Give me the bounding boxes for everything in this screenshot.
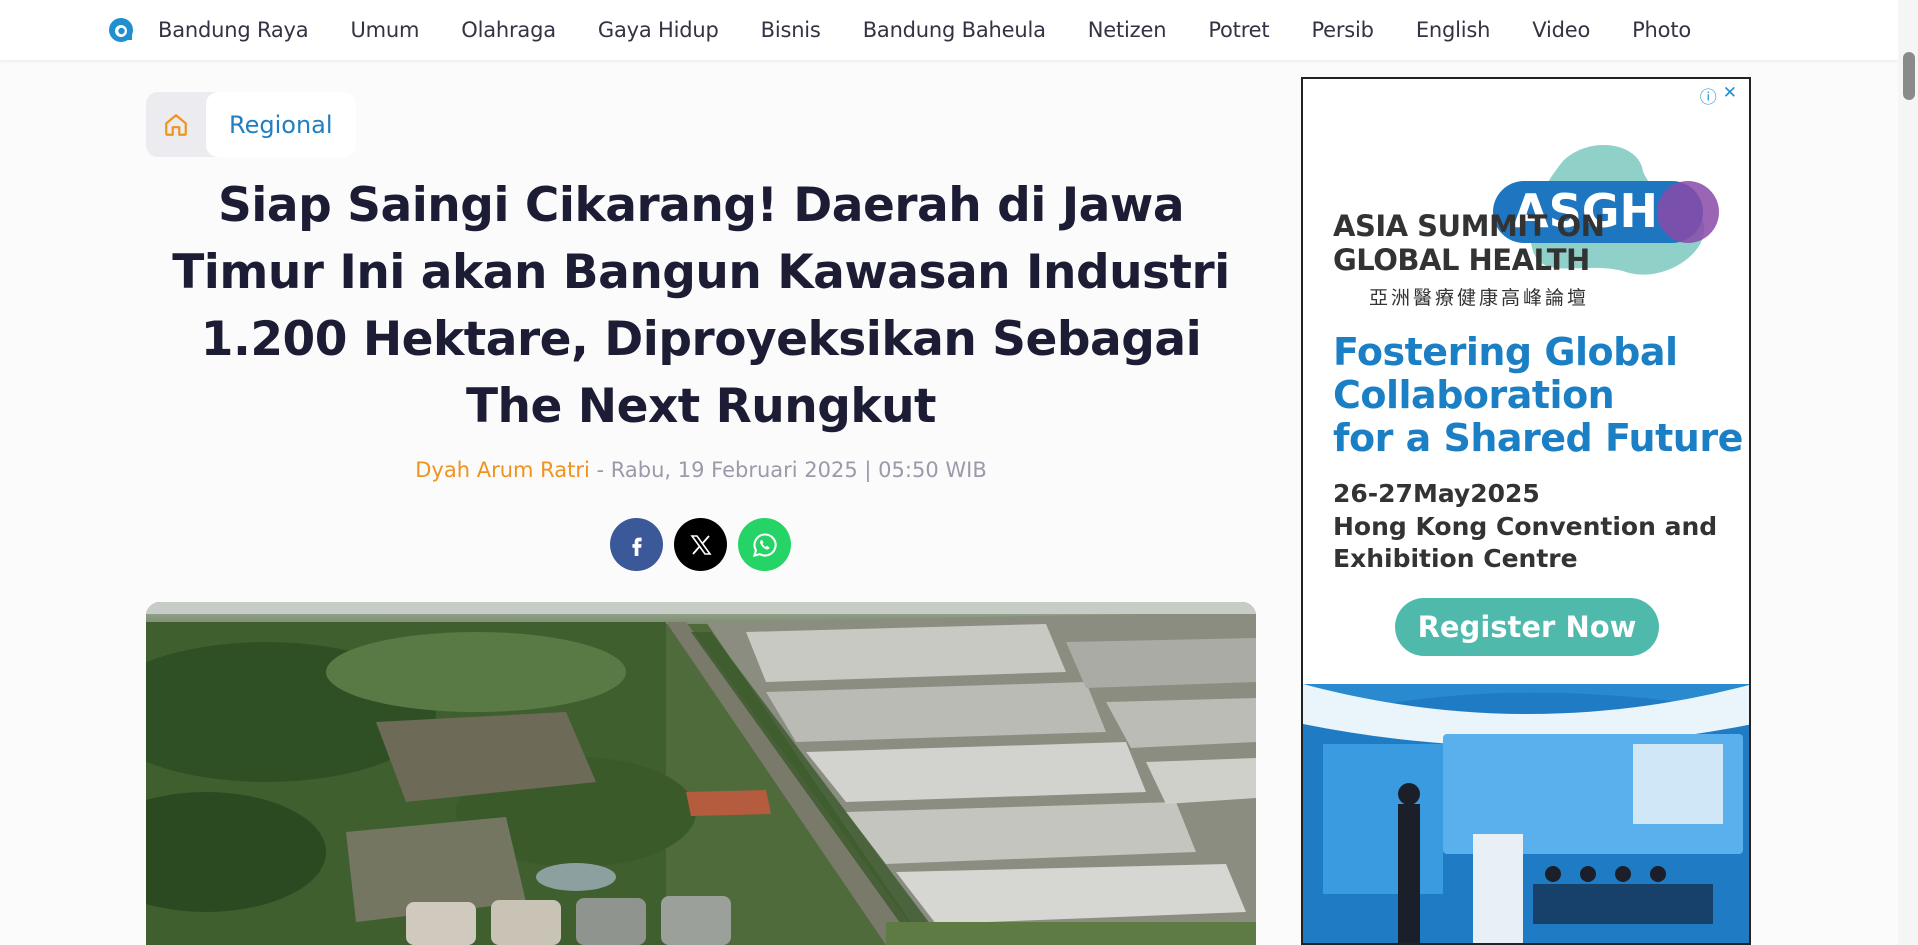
share-whatsapp-button[interactable] xyxy=(738,518,791,571)
article-hero-image xyxy=(146,602,1256,945)
ad-controls: ⓘ ✕ xyxy=(1700,83,1737,108)
home-icon xyxy=(165,113,187,136)
ad-event-photo xyxy=(1303,684,1749,943)
nav-item-umum[interactable]: Umum xyxy=(350,18,419,42)
breadcrumb: Regional xyxy=(146,92,356,157)
scrollbar-thumb[interactable] xyxy=(1903,52,1915,100)
ad-close-icon[interactable]: ✕ xyxy=(1723,83,1737,108)
nav-item-potret[interactable]: Potret xyxy=(1208,18,1269,42)
article-meta: Dyah Arum Ratri - Rabu, 19 Februari 2025… xyxy=(146,458,1256,482)
site-logo-icon[interactable] xyxy=(108,17,136,43)
breadcrumb-category-link[interactable]: Regional xyxy=(206,92,356,157)
sidebar-advertisement[interactable]: ⓘ ✕ ASGH ASIA SUMMIT ON GLOBAL HEALTH 亞洲… xyxy=(1301,77,1751,945)
nav-item-photo[interactable]: Photo xyxy=(1632,18,1691,42)
share-facebook-button[interactable] xyxy=(610,518,663,571)
top-navigation: Bandung Raya Umum Olahraga Gaya Hidup Bi… xyxy=(0,0,1898,60)
ad-venue-line-2: Exhibition Centre xyxy=(1333,544,1578,573)
ad-dates: 26-27May2025 xyxy=(1333,479,1540,508)
ad-title-line-2: GLOBAL HEALTH xyxy=(1333,243,1590,277)
whatsapp-icon xyxy=(752,532,777,557)
nav-item-bisnis[interactable]: Bisnis xyxy=(761,18,821,42)
ad-event-title: ASIA SUMMIT ON GLOBAL HEALTH xyxy=(1333,209,1605,277)
nav-item-video[interactable]: Video xyxy=(1532,18,1590,42)
nav-item-bandung-raya[interactable]: Bandung Raya xyxy=(158,18,309,42)
article-title: Siap Saingi Cikarang! Daerah di Jawa Tim… xyxy=(172,178,1230,434)
nav-item-gaya-hidup[interactable]: Gaya Hidup xyxy=(598,18,719,42)
nav-links: Bandung Raya Umum Olahraga Gaya Hidup Bi… xyxy=(158,0,1733,60)
x-icon xyxy=(689,534,712,555)
ad-title-line-1: ASIA SUMMIT ON xyxy=(1333,209,1605,243)
ad-title-chinese: 亞洲醫療健康高峰論壇 xyxy=(1369,287,1590,309)
share-x-button[interactable] xyxy=(674,518,727,571)
nav-item-netizen[interactable]: Netizen xyxy=(1088,18,1167,42)
ad-register-button[interactable]: Register Now xyxy=(1395,598,1659,656)
ad-info-icon[interactable]: ⓘ xyxy=(1700,83,1717,108)
article-author[interactable]: Dyah Arum Ratri xyxy=(415,458,590,482)
nav-item-bandung-baheula[interactable]: Bandung Baheula xyxy=(863,18,1046,42)
meta-separator: - xyxy=(589,458,611,482)
share-buttons xyxy=(610,518,802,571)
page-scrollbar[interactable] xyxy=(1898,0,1918,945)
ad-venue: Hong Kong Convention and Exhibition Cent… xyxy=(1333,511,1717,575)
breadcrumb-home[interactable] xyxy=(146,92,206,157)
nav-item-english[interactable]: English xyxy=(1416,18,1491,42)
ad-headline-line-2: Collaboration xyxy=(1333,373,1615,417)
nav-item-olahraga[interactable]: Olahraga xyxy=(461,18,556,42)
ad-headline-line-1: Fostering Global xyxy=(1333,330,1678,374)
article-date: Rabu, 19 Februari 2025 | 05:50 WIB xyxy=(610,458,987,482)
ad-headline-line-3: for a Shared Future xyxy=(1333,416,1743,460)
facebook-icon xyxy=(631,537,642,556)
nav-item-persib[interactable]: Persib xyxy=(1311,18,1374,42)
ad-headline: Fostering Global Collaboration for a Sha… xyxy=(1333,331,1743,460)
ad-venue-line-1: Hong Kong Convention and xyxy=(1333,512,1718,541)
